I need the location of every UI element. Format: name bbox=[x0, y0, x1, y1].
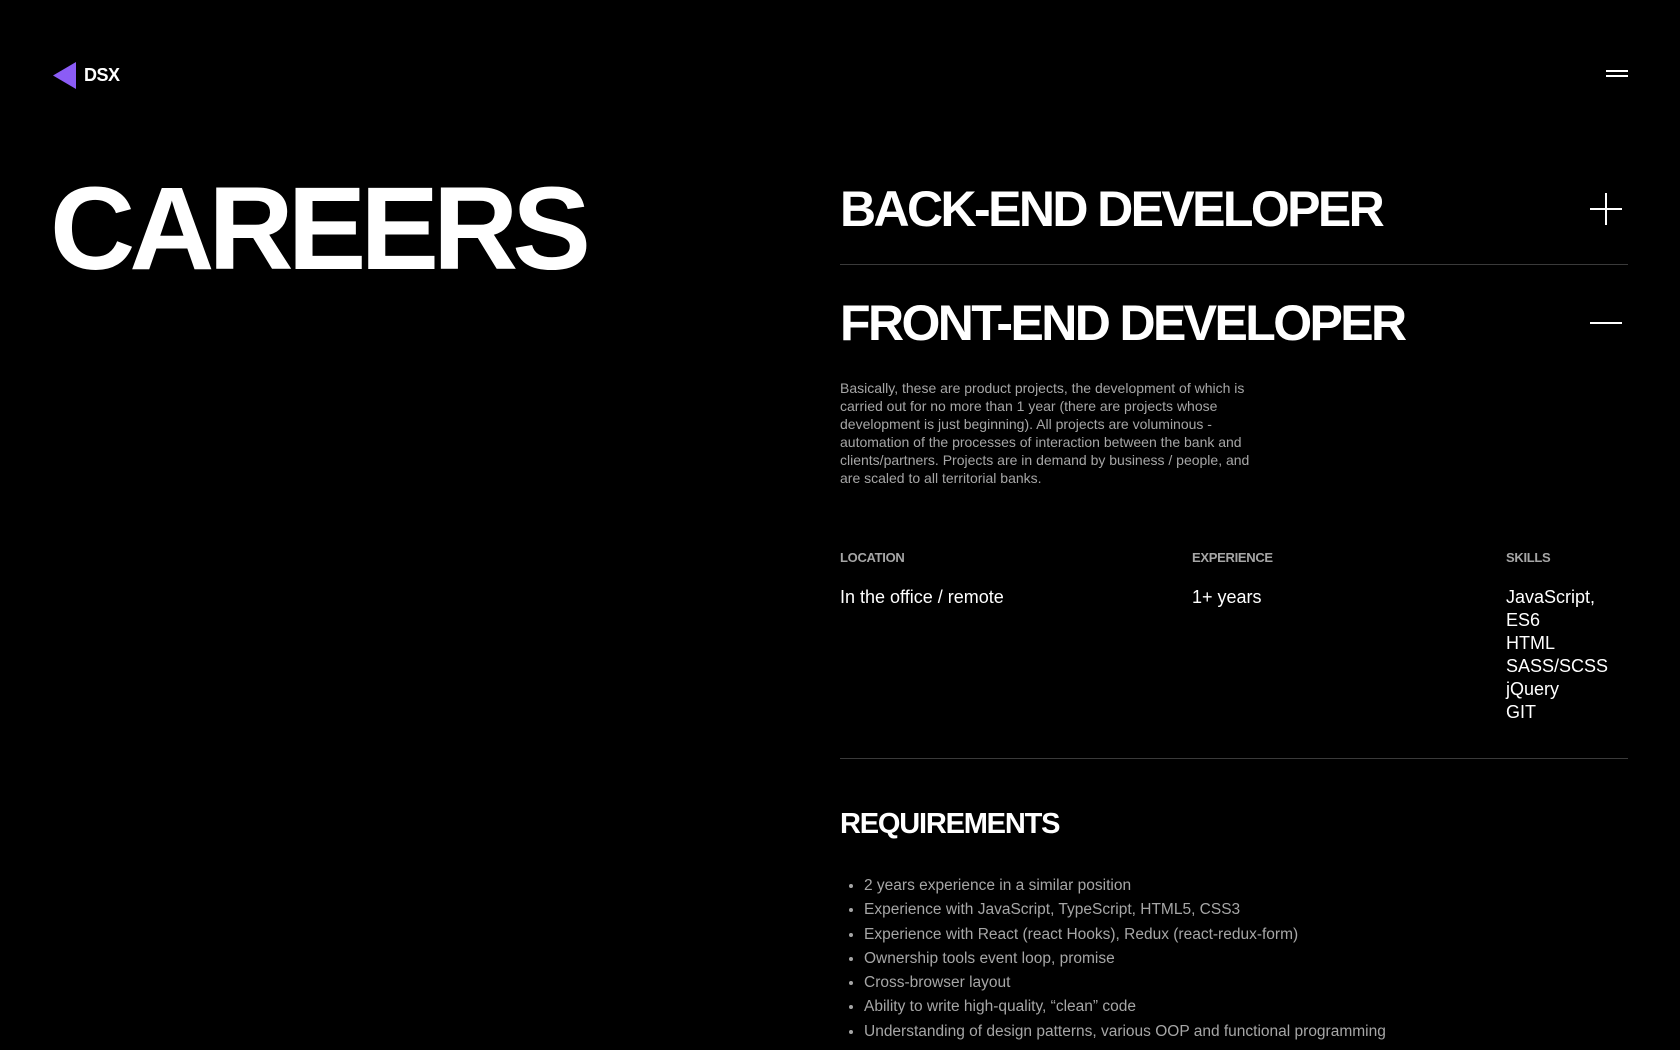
location-value: In the office / remote bbox=[840, 587, 1004, 607]
skill-item: HTML bbox=[1506, 633, 1555, 653]
divider bbox=[840, 758, 1628, 759]
requirement-item: Experience with JavaScript, TypeScript, … bbox=[864, 898, 1624, 922]
experience-value: 1+ years bbox=[1192, 587, 1262, 607]
page-title: CAREERS bbox=[50, 163, 591, 295]
job-header-front-end[interactable]: FRONT-END DEVELOPER bbox=[840, 298, 1628, 348]
skill-item: GIT bbox=[1506, 702, 1536, 722]
plus-icon[interactable] bbox=[1590, 193, 1622, 225]
brand-name: DSX bbox=[84, 65, 120, 85]
skills-list: JavaScript, ES6 HTML SASS/SCSS jQuery GI… bbox=[1506, 586, 1628, 724]
requirement-item: Ownership tools event loop, promise bbox=[864, 947, 1624, 971]
minus-icon[interactable] bbox=[1590, 307, 1622, 339]
requirement-item: 2 years experience in a similar position bbox=[864, 874, 1624, 898]
triangle-logo-icon bbox=[53, 62, 76, 89]
brand-logo[interactable]: DSX bbox=[53, 62, 120, 89]
job-header-back-end[interactable]: BACK-END DEVELOPER bbox=[840, 184, 1628, 234]
requirements-title: REQUIREMENTS bbox=[840, 808, 1060, 840]
requirement-item: Ability to write high-quality, “clean” c… bbox=[864, 995, 1624, 1019]
requirement-item: Experience with React (react Hooks), Red… bbox=[864, 923, 1624, 947]
skill-item: JavaScript, ES6 bbox=[1506, 587, 1596, 630]
requirements-list: 2 years experience in a similar position… bbox=[864, 874, 1624, 1044]
skill-item: jQuery bbox=[1506, 679, 1560, 699]
skills-label: SKILLS bbox=[1506, 550, 1551, 565]
location-label: LOCATION bbox=[840, 550, 905, 565]
requirement-item: Cross-browser layout bbox=[864, 971, 1624, 995]
careers-page: DSX CAREERS BACK-END DEVELOPER FRONT-END… bbox=[0, 0, 1680, 1050]
divider bbox=[840, 264, 1628, 265]
skill-item: SASS/SCSS bbox=[1506, 656, 1609, 676]
job-description: Basically, these are product projects, t… bbox=[840, 380, 1250, 486]
job-title: FRONT-END DEVELOPER bbox=[840, 295, 1407, 351]
experience-label: EXPERIENCE bbox=[1192, 550, 1273, 565]
hamburger-menu-icon[interactable] bbox=[1606, 70, 1628, 80]
requirement-item: Understanding of design patterns, variou… bbox=[864, 1020, 1624, 1044]
job-title: BACK-END DEVELOPER bbox=[840, 181, 1385, 237]
